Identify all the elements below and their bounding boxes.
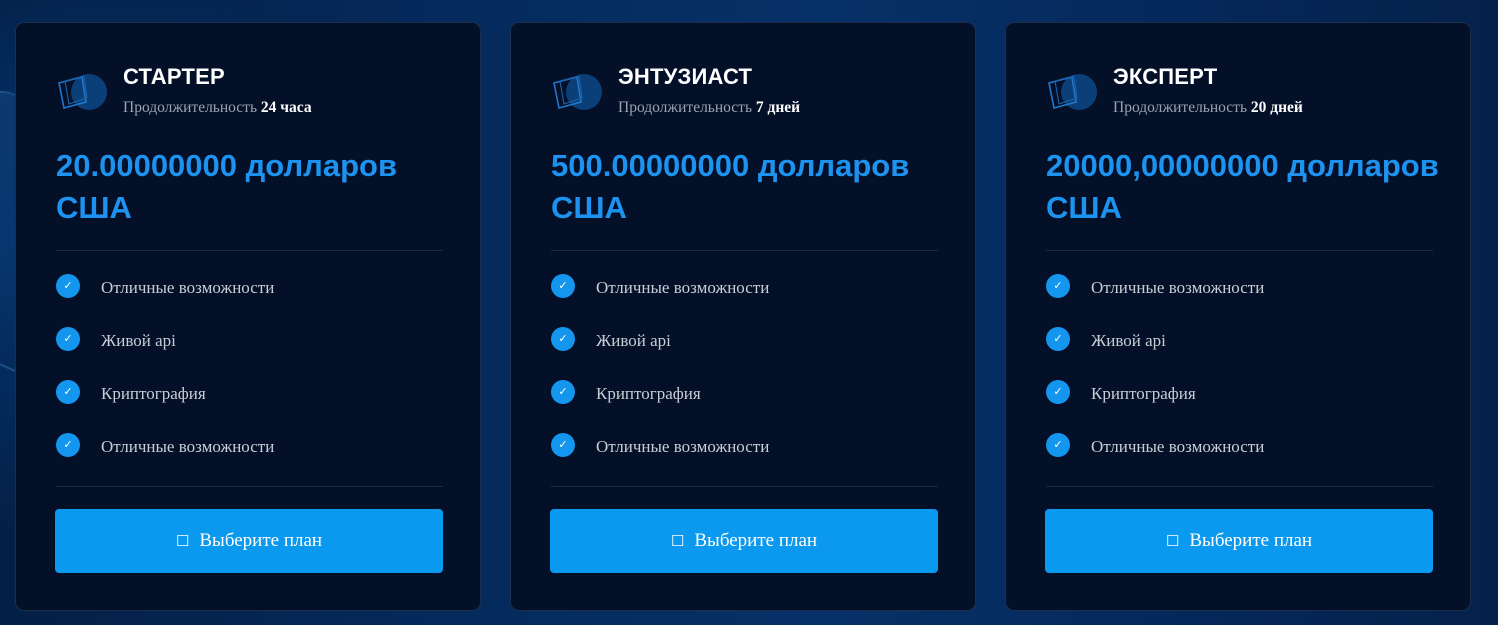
divider [551, 250, 938, 251]
plan-name: СТАРТЕР [123, 64, 225, 89]
plan-card-enthusiast: ЭНТУЗИАСТ Продолжительность 7 дней 500.0… [510, 22, 976, 611]
duration-label: Продолжительность [1113, 99, 1248, 116]
button-label: Выберите план [199, 530, 323, 551]
plan-duration: Продолжительность 24 часа [123, 98, 312, 118]
choose-plan-button[interactable]: ☐ Выберите план [550, 509, 938, 573]
cube-logo-icon [1048, 74, 1097, 110]
feature-text: Живой api [101, 331, 176, 350]
check-circle-icon: ✓ [551, 380, 575, 404]
check-circle-icon: ✓ [551, 274, 575, 298]
check-circle-icon: ✓ [551, 327, 575, 351]
duration-value: 7 дней [755, 99, 801, 116]
button-label: Выберите план [1189, 530, 1313, 551]
feature-text: Криптография [101, 384, 206, 403]
plan-duration: Продолжительность 7 дней [618, 98, 800, 118]
check-circle-icon: ✓ [1046, 380, 1070, 404]
plan-price: 500.00000000 долларов США [551, 148, 910, 225]
divider [56, 486, 443, 487]
plan-duration: Продолжительность 20 дней [1113, 98, 1303, 118]
feature-text: Отличные возможности [101, 278, 275, 297]
plan-card-starter: СТАРТЕР Продолжительность 24 часа 20.000… [15, 22, 481, 611]
check-circle-icon: ✓ [56, 433, 80, 457]
choose-plan-button[interactable]: ☐ Выберите план [1045, 509, 1433, 573]
plan-card-expert: ЭКСПЕРТ Продолжительность 20 дней 20000,… [1005, 22, 1471, 611]
choose-plan-button[interactable]: ☐ Выберите план [55, 509, 443, 573]
check-circle-icon: ✓ [1046, 327, 1070, 351]
check-circle-icon: ✓ [56, 380, 80, 404]
duration-label: Продолжительность [123, 99, 258, 116]
plan-name: ЭНТУЗИАСТ [618, 64, 753, 89]
divider [56, 250, 443, 251]
cube-logo-icon [553, 74, 602, 110]
button-label: Выберите план [694, 530, 818, 551]
feature-text: Отличные возможности [1091, 278, 1265, 297]
feature-text: Отличные возможности [101, 437, 275, 456]
cube-logo-icon [58, 74, 107, 110]
feature-text: Живой api [1091, 331, 1166, 350]
plan-name: ЭКСПЕРТ [1113, 64, 1218, 89]
feature-text: Криптография [596, 384, 701, 403]
feature-text: Отличные возможности [596, 437, 770, 456]
plan-price: 20000,00000000 долларов США [1046, 148, 1439, 225]
check-circle-icon: ✓ [1046, 274, 1070, 298]
cart-icon: ☐ [1165, 531, 1180, 550]
cart-icon: ☐ [175, 531, 190, 550]
check-circle-icon: ✓ [56, 327, 80, 351]
cart-icon: ☐ [670, 531, 685, 550]
feature-text: Живой api [596, 331, 671, 350]
duration-label: Продолжительность [618, 99, 753, 116]
feature-text: Отличные возможности [1091, 437, 1265, 456]
check-circle-icon: ✓ [1046, 433, 1070, 457]
divider [1046, 486, 1433, 487]
feature-text: Криптография [1091, 384, 1196, 403]
duration-value: 24 часа [260, 99, 312, 116]
divider [1046, 250, 1433, 251]
divider [551, 486, 938, 487]
plan-price: 20.00000000 долларов США [56, 148, 398, 225]
check-circle-icon: ✓ [551, 433, 575, 457]
feature-text: Отличные возможности [596, 278, 770, 297]
duration-value: 20 дней [1250, 99, 1303, 116]
check-circle-icon: ✓ [56, 274, 80, 298]
